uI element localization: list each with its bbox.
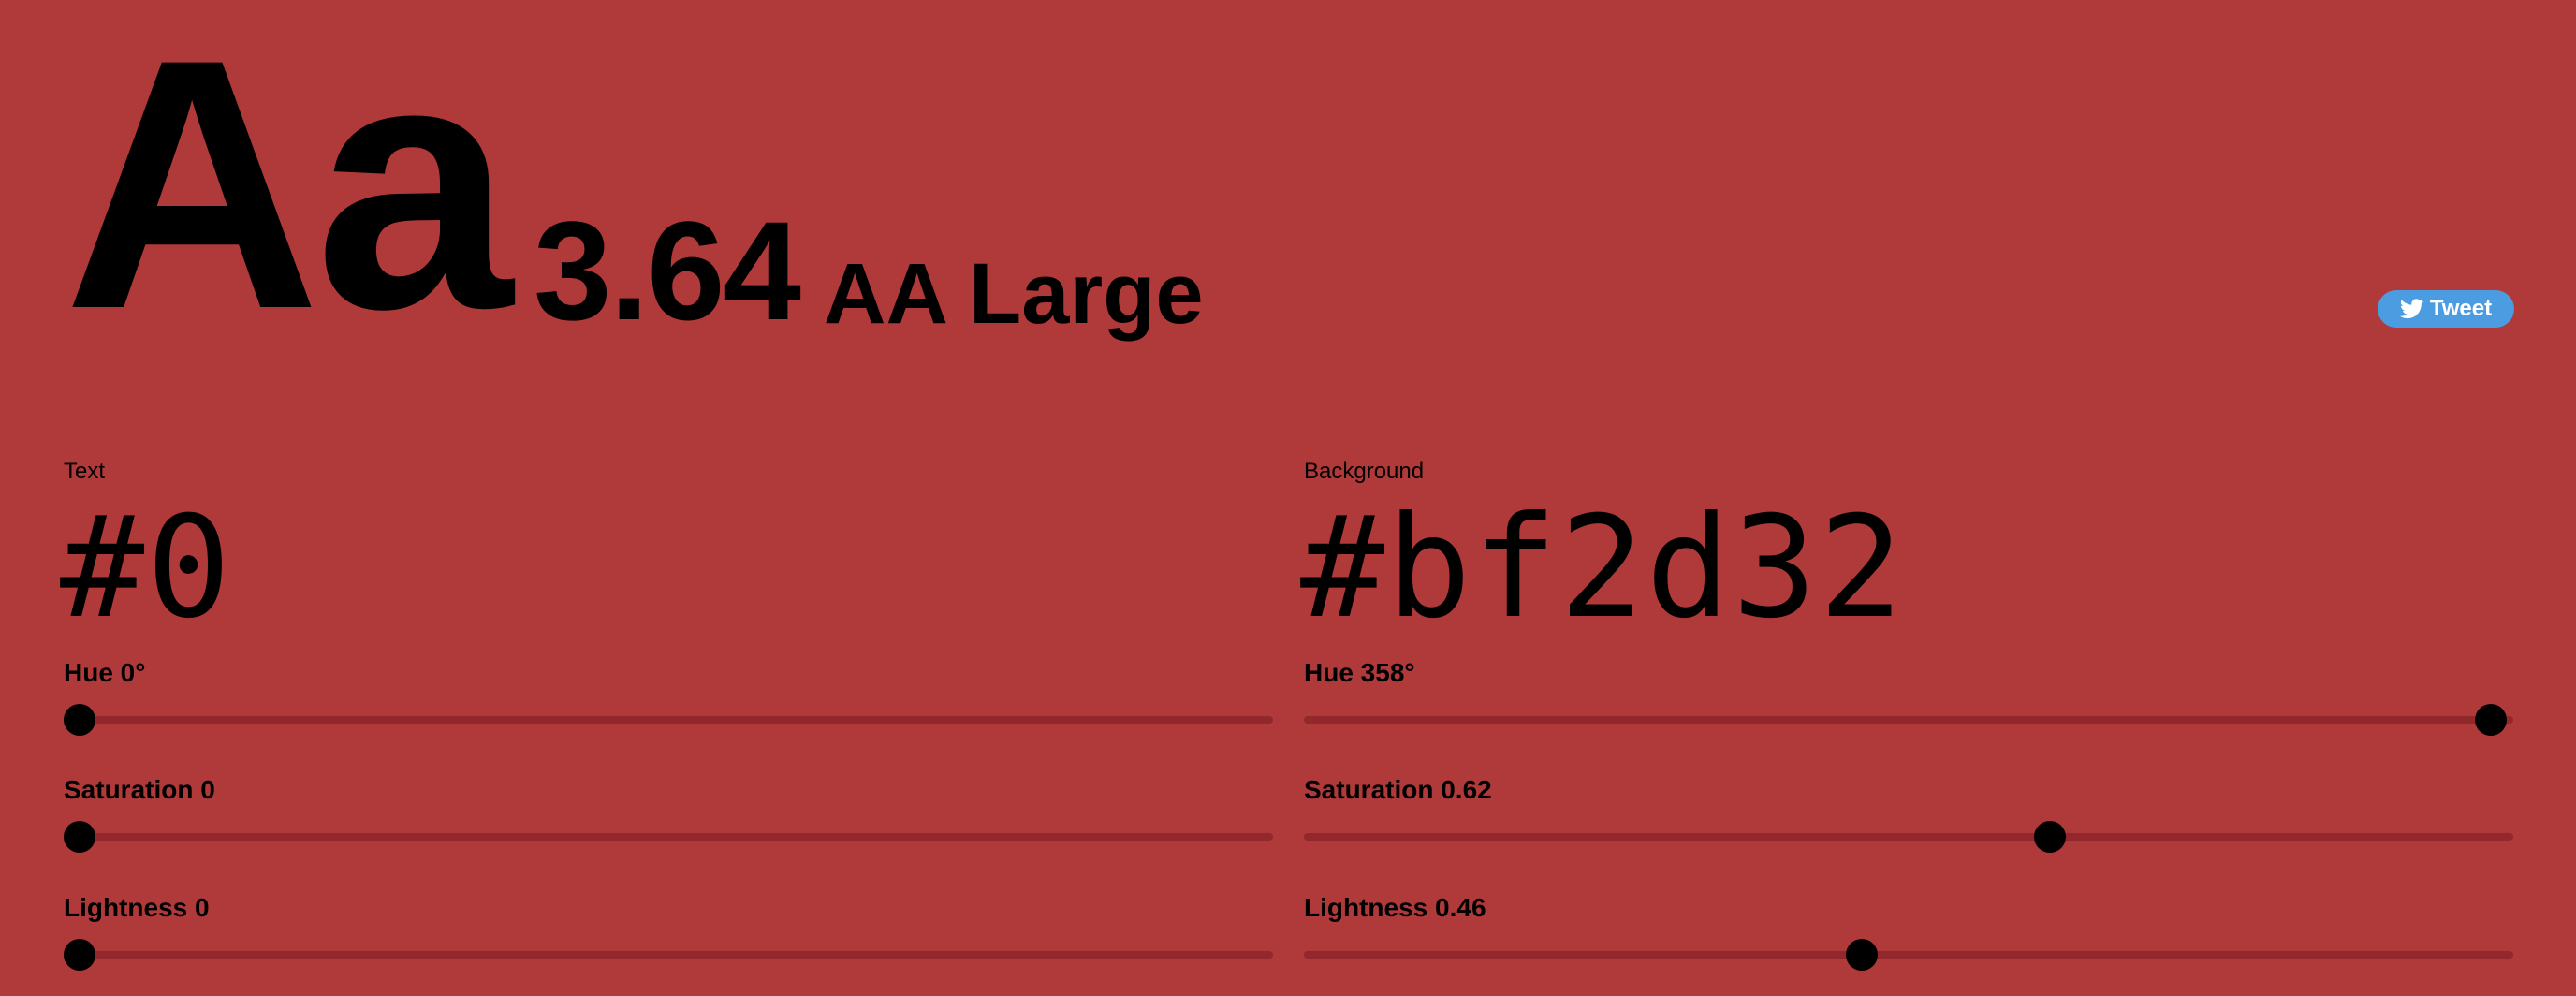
text-hue-label: Hue 0° bbox=[64, 658, 146, 687]
tweet-button[interactable]: Tweet bbox=[2378, 290, 2514, 328]
text-lightness-slider[interactable] bbox=[64, 939, 1273, 971]
text-color-panel: Text Hue 0° Saturation 0 Lightness 0 bbox=[60, 457, 1273, 981]
text-hex-input[interactable] bbox=[60, 498, 1267, 638]
contrast-ratio: 3.64 bbox=[534, 192, 801, 349]
text-saturation-control: Saturation 0 bbox=[64, 774, 1273, 853]
background-hex-input[interactable] bbox=[1300, 498, 2508, 638]
background-saturation-control: Saturation 0.62 bbox=[1304, 774, 2513, 853]
text-hue-control: Hue 0° bbox=[64, 657, 1273, 736]
contrast-rating: AA Large bbox=[824, 246, 1204, 342]
text-hue-thumb[interactable] bbox=[64, 704, 95, 736]
background-color-panel: Background Hue 358° Saturation 0.62 Ligh… bbox=[1300, 457, 2513, 981]
background-lightness-control: Lightness 0.46 bbox=[1304, 892, 2513, 971]
background-lightness-thumb[interactable] bbox=[1845, 939, 1878, 971]
type-sample: Aa bbox=[64, 0, 513, 383]
background-panel-label: Background bbox=[1304, 459, 1425, 484]
text-panel-label: Text bbox=[64, 459, 106, 484]
text-saturation-thumb[interactable] bbox=[64, 821, 95, 853]
text-lightness-control: Lightness 0 bbox=[64, 892, 1273, 971]
text-hue-slider[interactable] bbox=[64, 704, 1273, 736]
text-saturation-slider[interactable] bbox=[64, 821, 1273, 853]
twitter-bird-icon bbox=[2399, 299, 2424, 319]
background-saturation-slider[interactable] bbox=[1304, 821, 2513, 853]
background-hue-control: Hue 358° bbox=[1304, 657, 2513, 736]
background-saturation-label: Saturation 0.62 bbox=[1304, 775, 1492, 804]
text-lightness-thumb[interactable] bbox=[64, 939, 95, 971]
background-lightness-slider[interactable] bbox=[1304, 939, 2513, 971]
background-lightness-label: Lightness 0.46 bbox=[1304, 893, 1486, 922]
text-lightness-label: Lightness 0 bbox=[64, 893, 210, 922]
tweet-label: Tweet bbox=[2429, 296, 2493, 321]
background-hue-label: Hue 358° bbox=[1304, 658, 1415, 687]
text-saturation-label: Saturation 0 bbox=[64, 775, 215, 804]
contrast-header: Aa 3.64 AA Large bbox=[64, 0, 2516, 383]
background-hue-slider[interactable] bbox=[1304, 704, 2513, 736]
background-saturation-thumb[interactable] bbox=[2033, 821, 2066, 853]
background-hue-thumb[interactable] bbox=[2475, 704, 2507, 736]
